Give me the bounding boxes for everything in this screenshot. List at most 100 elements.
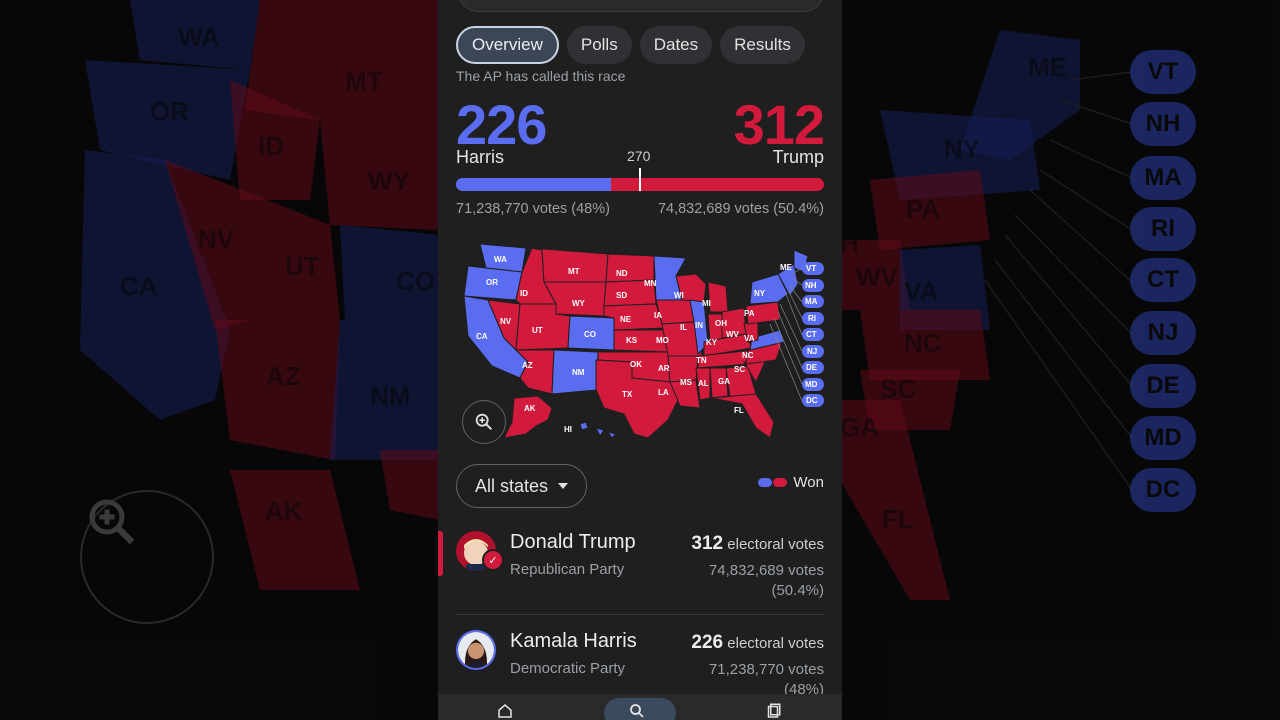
map-zoom-button[interactable] (462, 400, 506, 444)
saved-icon[interactable] (764, 702, 782, 720)
search-bar[interactable] (458, 0, 824, 12)
svg-text:VA: VA (744, 334, 755, 343)
tab-dates[interactable]: Dates (639, 26, 713, 64)
svg-text:NY: NY (754, 289, 766, 298)
state-ak (503, 395, 553, 439)
svg-text:PA: PA (744, 309, 755, 318)
trump-label: Trump (772, 147, 824, 167)
candidate-name: Kamala Harris (510, 630, 637, 652)
candidate-party: Democratic Party (510, 660, 626, 677)
svg-text:HI: HI (564, 425, 572, 434)
trump-popular-votes: 74,832,689 votes (50.4%) (657, 201, 824, 217)
svg-text:OH: OH (715, 319, 727, 328)
svg-text:SD: SD (616, 291, 627, 300)
map-legend: Won (758, 474, 824, 491)
harris-label: Harris (456, 147, 504, 167)
svg-text:LA: LA (658, 388, 669, 397)
tab-results[interactable]: Results (720, 26, 805, 64)
svg-text:OK: OK (630, 360, 642, 369)
svg-text:TX: TX (622, 390, 633, 399)
state-hi (579, 421, 589, 431)
background-zoom-icon (80, 490, 214, 624)
svg-text:UT: UT (532, 326, 543, 335)
bottom-navigation (438, 694, 842, 720)
svg-text:NH: NH (805, 281, 817, 290)
svg-text:WY: WY (572, 299, 586, 308)
svg-text:NE: NE (620, 315, 632, 324)
zoom-in-icon (475, 413, 493, 431)
background-pill-dc: DC (1130, 468, 1196, 512)
race-called-text: The AP has called this race (456, 68, 626, 84)
caret-down-icon (558, 483, 569, 489)
candidate-popular-votes: 74,832,689 votes (50.4%) (708, 562, 824, 599)
svg-text:MA: MA (805, 297, 818, 306)
svg-text:KS: KS (626, 336, 638, 345)
background-pill-md: MD (1130, 416, 1196, 460)
legend-swatches (758, 478, 788, 487)
svg-text:ID: ID (520, 289, 528, 298)
svg-text:SC: SC (734, 365, 745, 374)
search-icon[interactable] (628, 702, 646, 720)
background-pill-nh: NH (1130, 102, 1196, 146)
svg-text:MT: MT (568, 267, 580, 276)
svg-text:IL: IL (680, 323, 687, 332)
candidate-row-trump[interactable]: ✓ Donald Trump Republican Party 312 elec… (438, 527, 842, 617)
tab-bar: Overview Polls Dates Results (456, 26, 805, 64)
svg-text:IA: IA (654, 311, 662, 320)
us-electoral-map[interactable]: WA OR CA NV ID MT WY UT AZ CO NM ND SD N… (458, 238, 828, 448)
phone-screen: Overview Polls Dates Results The AP has … (438, 0, 842, 720)
tab-polls[interactable]: Polls (566, 26, 632, 64)
svg-text:MO: MO (656, 336, 669, 345)
background-pill-ri: RI (1130, 207, 1196, 251)
svg-text:NC: NC (742, 351, 754, 360)
svg-text:AL: AL (698, 379, 709, 388)
background-pill-vt: VT (1130, 50, 1196, 94)
svg-text:AK: AK (524, 404, 536, 413)
svg-text:ME: ME (780, 263, 793, 272)
svg-text:RI: RI (808, 314, 816, 323)
svg-text:WV: WV (726, 330, 740, 339)
threshold-label: 270 (627, 148, 651, 164)
harris-bar-fill (456, 178, 611, 191)
threshold-marker (639, 168, 641, 191)
svg-text:DC: DC (806, 396, 818, 405)
svg-text:VT: VT (806, 264, 816, 273)
state-mi (707, 281, 729, 313)
svg-text:AZ: AZ (522, 361, 533, 370)
background-left: WA OR MT ID WY NV UT CA CO AZ NM AK HI (0, 0, 440, 720)
candidate-name: Donald Trump (510, 531, 636, 553)
background-pill-ct: CT (1130, 258, 1196, 302)
svg-text:CA: CA (476, 332, 488, 341)
state-nd (605, 253, 655, 283)
candidate-electoral-votes: 226 electoral votes (691, 632, 824, 653)
svg-text:KY: KY (706, 338, 718, 347)
state-fl (711, 393, 775, 439)
svg-text:GA: GA (718, 377, 730, 386)
svg-text:DE: DE (806, 363, 818, 372)
tab-overview[interactable]: Overview (456, 26, 559, 64)
state-mt (531, 247, 609, 283)
svg-text:IN: IN (695, 321, 703, 330)
background-pill-de: DE (1130, 364, 1196, 408)
background-right: ME NY PA H WV VA NC SC GA FL VT NH MA RI… (840, 0, 1280, 720)
candidate-electoral-votes: 312 electoral votes (691, 533, 824, 554)
svg-text:CO: CO (584, 330, 596, 339)
svg-text:MI: MI (702, 299, 711, 308)
small-state-pills: VT NH MA RI CT NJ DE MD DC (802, 262, 824, 407)
state-filter-dropdown[interactable]: All states (456, 464, 588, 508)
harris-popular-votes: 71,238,770 votes (48%) (456, 201, 610, 217)
background-pill-nj: NJ (1130, 311, 1196, 355)
svg-text:OR: OR (486, 278, 498, 287)
svg-text:FL: FL (734, 406, 744, 415)
svg-text:CT: CT (806, 330, 817, 339)
svg-text:NJ: NJ (807, 347, 817, 356)
winner-check-icon: ✓ (482, 549, 504, 571)
svg-text:MN: MN (644, 279, 657, 288)
svg-text:ND: ND (616, 269, 628, 278)
svg-text:NM: NM (572, 368, 585, 377)
background-pill-ma: MA (1130, 156, 1196, 200)
svg-text:WI: WI (674, 291, 684, 300)
home-icon[interactable] (496, 702, 514, 720)
legend-label: Won (793, 474, 824, 491)
state-filter-label: All states (475, 475, 549, 496)
